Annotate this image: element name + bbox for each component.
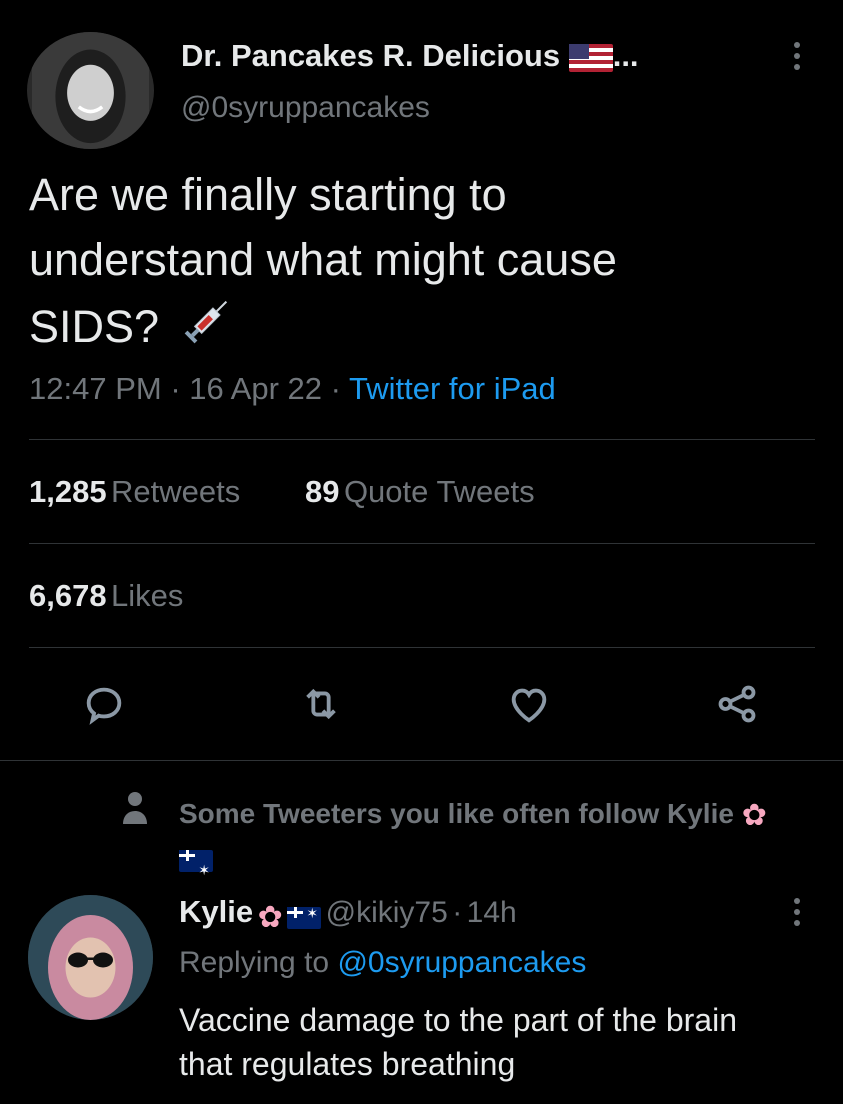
tweet-text-line-2: understand what might cause — [29, 234, 617, 285]
reply-author-name[interactable]: Kylie — [179, 894, 253, 929]
social-context[interactable]: Some Tweeters you like often follow Kyli… — [179, 792, 819, 892]
reply-more-menu[interactable] — [782, 892, 812, 936]
reply-time[interactable]: 14h — [467, 896, 517, 929]
tweet-source[interactable]: Twitter for iPad — [349, 371, 556, 406]
divider — [29, 647, 815, 648]
share-button[interactable] — [714, 681, 760, 732]
reply-text-line-1: Vaccine damage to the part of the brain — [179, 1002, 737, 1038]
quote-tweets-label: Quote Tweets — [343, 474, 535, 509]
tweet-time[interactable]: 12:47 PM — [29, 371, 162, 406]
divider — [29, 543, 815, 544]
retweets-label: Retweets — [111, 474, 241, 509]
reply-text-line-2: that regulates breathing — [179, 1046, 516, 1082]
likes-count: 6,678 — [29, 578, 107, 613]
au-flag-icon — [179, 848, 213, 892]
reply-icon — [86, 687, 122, 725]
cherry-blossom-icon: ✿ — [257, 901, 283, 935]
like-button[interactable] — [506, 681, 552, 732]
more-vertical-icon — [794, 42, 800, 70]
syringe-icon — [184, 300, 227, 344]
reply-button[interactable] — [81, 681, 127, 732]
us-flag-icon — [568, 43, 613, 72]
retweet-button[interactable] — [298, 681, 344, 732]
retweets-count: 1,285 — [29, 474, 107, 509]
more-vertical-icon — [794, 898, 800, 926]
likes-stat[interactable]: 6,678 Likes — [29, 578, 183, 614]
meta-separator: · — [330, 371, 341, 406]
avatar-photo — [32, 32, 149, 149]
author-name-row[interactable]: Dr. Pancakes R. Delicious ... — [181, 38, 639, 74]
quote-tweets-stat[interactable]: 89 Quote Tweets — [305, 474, 535, 510]
reply-author-handle[interactable]: @kikiy75 — [326, 896, 448, 929]
section-divider — [0, 760, 843, 761]
author-handle[interactable]: @0syruppancakes — [181, 91, 430, 125]
au-flag-icon — [287, 905, 322, 929]
quote-tweets-count: 89 — [305, 474, 340, 509]
replying-prefix: Replying to — [179, 946, 330, 979]
replying-to-handle[interactable]: @0syruppancakes — [337, 946, 586, 979]
replying-to: Replying to @0syruppancakes — [179, 946, 586, 980]
tweet-meta: 12:47 PM · 16 Apr 22 · Twitter for iPad — [29, 371, 556, 407]
reply-header: Kylie ✿ @kikiy75 · 14h — [179, 894, 517, 935]
cherry-blossom-icon: ✿ — [741, 798, 767, 832]
reply-separator: · — [452, 896, 463, 929]
tweet-text-line-3-text: SIDS? — [29, 301, 160, 352]
social-context-text: Some Tweeters you like often follow Kyli… — [179, 798, 734, 829]
like-icon — [511, 688, 547, 723]
tweet-text: Are we finally starting to understand wh… — [29, 162, 617, 359]
person-icon — [120, 790, 150, 831]
author-name: Dr. Pancakes R. Delicious — [181, 38, 561, 73]
tweet-date[interactable]: 16 Apr 22 — [189, 371, 322, 406]
divider — [29, 439, 815, 440]
retweet-icon — [306, 688, 336, 720]
meta-separator: · — [170, 371, 181, 406]
likes-label: Likes — [111, 578, 184, 613]
name-truncation: ... — [612, 38, 639, 73]
retweets-stat[interactable]: 1,285 Retweets — [29, 474, 240, 510]
author-avatar[interactable] — [27, 32, 154, 149]
reply-avatar[interactable] — [28, 895, 153, 1020]
tweet-more-menu[interactable] — [782, 36, 812, 80]
tweet-text-line-3: SIDS? — [29, 292, 617, 359]
reply-avatar-photo — [28, 895, 153, 1020]
tweet-text-line-1: Are we finally starting to — [29, 169, 507, 220]
reply-text: Vaccine damage to the part of the brain … — [179, 998, 737, 1086]
share-icon — [718, 685, 756, 723]
